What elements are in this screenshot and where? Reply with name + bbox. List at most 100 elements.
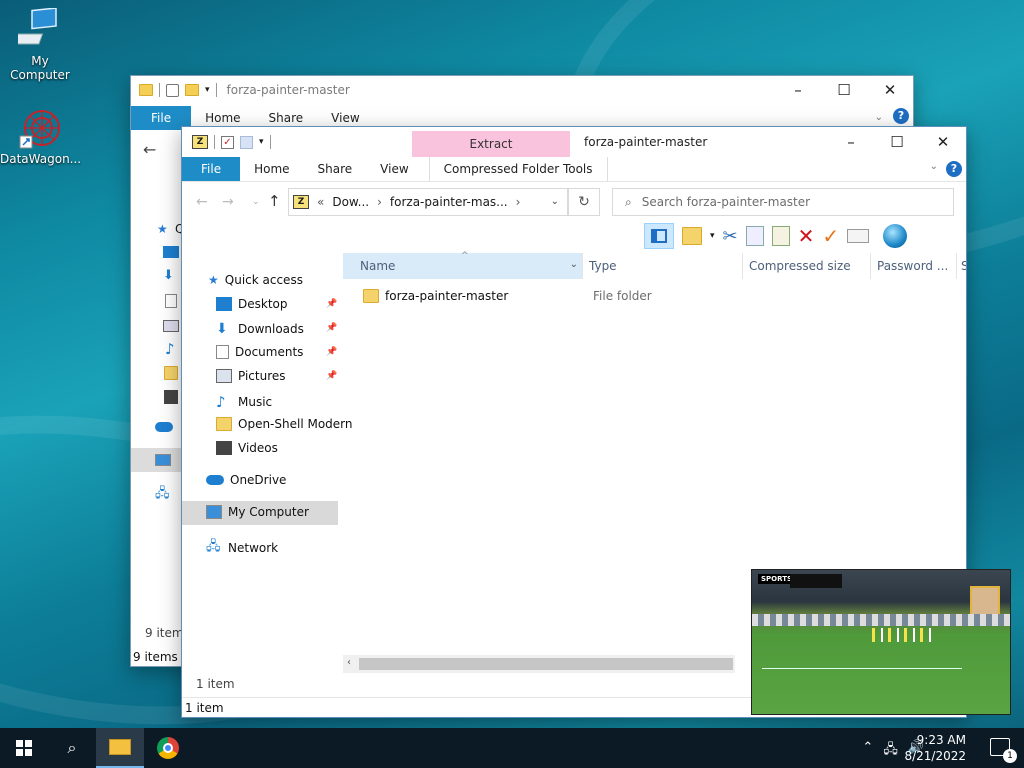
nav-documents[interactable]: Documents (216, 345, 303, 359)
tab-share[interactable]: Share (304, 157, 367, 181)
minimize-button[interactable]: – (775, 76, 821, 104)
nav-desktop[interactable]: Desktop (216, 297, 288, 311)
chevron-down-icon[interactable]: ▾ (259, 137, 264, 147)
rename-icon[interactable] (847, 229, 870, 243)
cut-icon[interactable]: ✂ (723, 226, 738, 247)
globe-icon[interactable] (883, 224, 908, 248)
nav-label: Downloads (238, 322, 304, 336)
column-name[interactable]: Name ^ ⌄ (343, 251, 583, 279)
address-bar[interactable]: Z « Dow... › forza-painter-mas... › ⌄ (288, 188, 568, 216)
breadcrumb-item[interactable]: forza-painter-mas... (390, 195, 508, 209)
chevron-down-icon[interactable]: ▾ (205, 85, 210, 95)
nav-label: Pictures (238, 369, 286, 383)
pin-icon[interactable]: 📌 (326, 323, 337, 333)
desktop-icon-datawagon[interactable]: DataWagon... (0, 106, 81, 166)
tab-view[interactable]: View (366, 157, 422, 181)
tab-file[interactable]: File (182, 157, 241, 181)
breadcrumb-overflow[interactable]: « (317, 195, 324, 209)
horizontal-scrollbar[interactable]: ‹ (343, 655, 735, 673)
back-arrow-icon[interactable]: ← (143, 140, 156, 159)
taskbar-file-explorer[interactable] (96, 728, 144, 768)
nav-pictures[interactable]: Pictures (216, 369, 286, 383)
up-arrow-icon[interactable]: ↑ (268, 192, 281, 210)
chevron-down-icon[interactable]: ⌄ (570, 259, 578, 270)
search-button[interactable]: ⌕ (48, 728, 96, 768)
chevron-up-icon[interactable]: ⌃ (862, 740, 873, 762)
breadcrumb-item[interactable]: Dow... (332, 195, 369, 209)
minimize-button[interactable]: – (828, 127, 874, 157)
chevron-right-icon[interactable]: › (516, 195, 521, 209)
rename-icon[interactable] (240, 135, 253, 149)
new-folder-icon[interactable] (185, 84, 199, 96)
scroll-left-icon[interactable]: ‹ (347, 657, 351, 668)
search-box[interactable]: ⌕ Search forza-painter-master (612, 188, 954, 216)
title-bar[interactable]: Z ✓ ▾ Extract forza-painter-master – ☐ ✕ (182, 127, 966, 157)
zip-folder-icon: Z (293, 195, 309, 209)
new-folder-icon[interactable] (682, 227, 702, 245)
chevron-down-icon[interactable]: ⌄ (930, 161, 938, 172)
pin-icon[interactable]: 📌 (326, 347, 337, 357)
copy-icon[interactable] (745, 226, 764, 246)
checkmark-icon[interactable]: ✓ (822, 224, 839, 248)
clock[interactable]: 9:23 AM 8/21/2022 (904, 732, 966, 764)
nav-downloads[interactable]: ⬇ Downloads (216, 321, 304, 337)
chevron-down-icon[interactable]: ▾ (710, 231, 715, 241)
delete-icon[interactable]: ✕ (798, 224, 815, 248)
help-icon[interactable]: ? (946, 161, 962, 177)
maximize-button[interactable]: ☐ (821, 76, 867, 104)
window-title: forza-painter-master (226, 83, 350, 97)
search-icon: ⌕ (67, 738, 77, 757)
nav-network[interactable]: 🖧 Network (206, 537, 278, 559)
back-arrow-icon[interactable]: ← (196, 194, 208, 210)
nav-openshell[interactable]: Open-Shell Modern (216, 417, 353, 431)
network-icon[interactable]: 🖧 (883, 740, 898, 762)
table-row[interactable]: forza-painter-master File folder (343, 285, 943, 307)
music-icon: ♪ (165, 340, 175, 358)
column-size[interactable]: Si (957, 253, 966, 279)
video-player-overlay[interactable]: SPORTS (751, 569, 1011, 715)
network-icon: 🖧 (206, 539, 221, 554)
nav-label: OneDrive (230, 473, 287, 487)
pictures-icon (216, 369, 232, 383)
column-password[interactable]: Password ... (871, 253, 957, 279)
help-icon[interactable]: ? (893, 108, 909, 124)
chrome-icon (157, 737, 179, 759)
chevron-right-icon[interactable]: › (377, 195, 382, 209)
pin-icon[interactable]: 📌 (326, 371, 337, 381)
nav-videos[interactable]: Videos (216, 441, 278, 455)
chevron-down-icon[interactable]: ⌄ (875, 112, 883, 123)
maximize-button[interactable]: ☐ (874, 127, 920, 157)
close-button[interactable]: ✕ (867, 76, 913, 104)
pin-icon[interactable]: 📌 (326, 299, 337, 309)
chevron-down-icon[interactable]: ⌄ (551, 196, 559, 207)
forward-arrow-icon[interactable]: → (222, 194, 234, 210)
properties-icon[interactable]: ✓ (221, 135, 234, 149)
row-name: forza-painter-master (385, 289, 509, 303)
scrollbar-thumb[interactable] (359, 658, 733, 670)
navigation-pane: ★ Quick access Desktop ⬇ Downloads Documen… (182, 253, 353, 693)
stadium-boards (752, 614, 1010, 626)
desktop-icon (163, 246, 179, 258)
taskbar: ⌕ ⌃ 🖧 🔊 9:23 AM 8/21/2022 1 (0, 728, 1024, 768)
nav-music[interactable]: ♪ Music (216, 393, 272, 411)
preview-pane-icon[interactable] (644, 223, 674, 249)
nav-onedrive[interactable]: OneDrive (206, 473, 286, 487)
paste-icon[interactable] (771, 226, 790, 246)
start-button[interactable] (0, 728, 48, 768)
column-headers: Name ^ ⌄ Type Compressed size Password .… (343, 251, 966, 279)
taskbar-chrome[interactable] (144, 728, 192, 768)
nav-my-computer[interactable]: My Computer (206, 505, 309, 519)
tab-compressed-folder-tools[interactable]: Compressed Folder Tools (428, 157, 608, 181)
nav-quick-access[interactable]: ★ Quick access (208, 273, 303, 287)
column-compressed-size[interactable]: Compressed size (743, 253, 871, 279)
notification-icon[interactable]: 1 (990, 738, 1017, 763)
tab-home[interactable]: Home (240, 157, 303, 181)
properties-icon[interactable] (166, 83, 179, 97)
separator (269, 135, 271, 149)
close-button[interactable]: ✕ (920, 127, 966, 157)
chevron-down-icon[interactable]: ⌄ (252, 197, 260, 207)
column-type[interactable]: Type (583, 253, 743, 279)
desktop-icon-my-computer[interactable]: My Computer (0, 7, 80, 82)
title-bar[interactable]: ▾ forza-painter-master – ☐ ✕ (131, 76, 913, 104)
refresh-button[interactable]: ↻ (568, 188, 600, 216)
